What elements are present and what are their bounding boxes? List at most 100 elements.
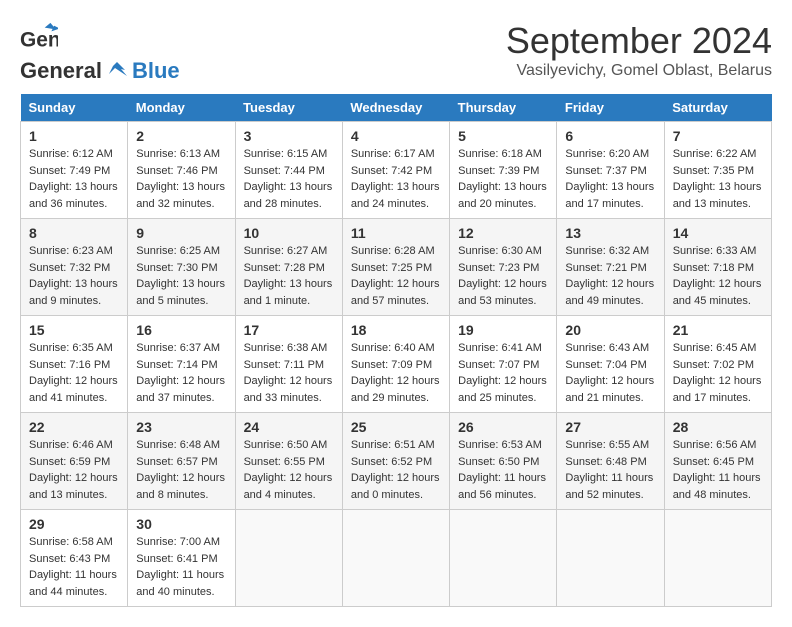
day-number: 3 bbox=[244, 128, 334, 144]
day-number: 17 bbox=[244, 322, 334, 338]
day-number: 12 bbox=[458, 225, 548, 241]
calendar-cell: 13 Sunrise: 6:32 AMSunset: 7:21 PMDayligh… bbox=[557, 219, 664, 316]
day-number: 22 bbox=[29, 419, 119, 435]
calendar-cell: 10 Sunrise: 6:27 AMSunset: 7:28 PMDayligh… bbox=[235, 219, 342, 316]
day-info: Sunrise: 6:32 AMSunset: 7:21 PMDaylight:… bbox=[565, 243, 655, 309]
calendar-cell bbox=[664, 510, 771, 607]
day-info: Sunrise: 6:56 AMSunset: 6:45 PMDaylight:… bbox=[673, 437, 763, 503]
title-block: September 2024 Vasilyevichy, Gomel Oblas… bbox=[506, 20, 772, 80]
calendar-cell: 5 Sunrise: 6:18 AMSunset: 7:39 PMDaylight… bbox=[450, 122, 557, 219]
calendar-cell: 27 Sunrise: 6:55 AMSunset: 6:48 PMDayligh… bbox=[557, 413, 664, 510]
day-number: 24 bbox=[244, 419, 334, 435]
day-number: 4 bbox=[351, 128, 441, 144]
day-info: Sunrise: 6:43 AMSunset: 7:04 PMDaylight:… bbox=[565, 340, 655, 406]
calendar-cell: 20 Sunrise: 6:43 AMSunset: 7:04 PMDayligh… bbox=[557, 316, 664, 413]
calendar-cell: 2Sunrise: 6:13 AMSunset: 7:46 PMDaylight… bbox=[128, 122, 235, 219]
calendar-day-header: Wednesday bbox=[342, 94, 449, 122]
day-number: 7 bbox=[673, 128, 763, 144]
day-info: Sunrise: 6:40 AMSunset: 7:09 PMDaylight:… bbox=[351, 340, 441, 406]
day-number: 1 bbox=[29, 128, 119, 144]
day-info: Sunrise: 6:23 AMSunset: 7:32 PMDaylight:… bbox=[29, 243, 119, 309]
day-number: 27 bbox=[565, 419, 655, 435]
day-info: Sunrise: 6:41 AMSunset: 7:07 PMDaylight:… bbox=[458, 340, 548, 406]
calendar-cell: 18 Sunrise: 6:40 AMSunset: 7:09 PMDayligh… bbox=[342, 316, 449, 413]
day-info: Sunrise: 6:15 AMSunset: 7:44 PMDaylight:… bbox=[244, 146, 334, 212]
day-info: Sunrise: 6:28 AMSunset: 7:25 PMDaylight:… bbox=[351, 243, 441, 309]
day-number: 9 bbox=[136, 225, 226, 241]
day-info: Sunrise: 6:53 AMSunset: 6:50 PMDaylight:… bbox=[458, 437, 548, 503]
calendar-day-header: Sunday bbox=[21, 94, 128, 122]
page-header: General General Blue September 2024 Vasi… bbox=[20, 20, 772, 84]
svg-text:General: General bbox=[20, 29, 58, 52]
day-info: Sunrise: 7:00 AMSunset: 6:41 PMDaylight:… bbox=[136, 534, 226, 600]
calendar-cell: 23 Sunrise: 6:48 AMSunset: 6:57 PMDayligh… bbox=[128, 413, 235, 510]
calendar-day-header: Friday bbox=[557, 94, 664, 122]
logo: General General Blue bbox=[20, 20, 180, 84]
day-info: Sunrise: 6:51 AMSunset: 6:52 PMDaylight:… bbox=[351, 437, 441, 503]
day-number: 30 bbox=[136, 516, 226, 532]
calendar-cell: 26 Sunrise: 6:53 AMSunset: 6:50 PMDayligh… bbox=[450, 413, 557, 510]
calendar-cell: 19 Sunrise: 6:41 AMSunset: 7:07 PMDayligh… bbox=[450, 316, 557, 413]
calendar-day-header: Tuesday bbox=[235, 94, 342, 122]
day-number: 26 bbox=[458, 419, 548, 435]
calendar-header-row: SundayMondayTuesdayWednesdayThursdayFrid… bbox=[21, 94, 772, 122]
day-number: 19 bbox=[458, 322, 548, 338]
logo-icon: General bbox=[20, 20, 58, 58]
logo-general-text: General bbox=[20, 58, 102, 84]
calendar-week-row: 15Sunrise: 6:35 AMSunset: 7:16 PMDayligh… bbox=[21, 316, 772, 413]
day-number: 13 bbox=[565, 225, 655, 241]
day-number: 16 bbox=[136, 322, 226, 338]
calendar-cell: 8 Sunrise: 6:23 AMSunset: 7:32 PMDaylight… bbox=[21, 219, 128, 316]
day-info: Sunrise: 6:17 AMSunset: 7:42 PMDaylight:… bbox=[351, 146, 441, 212]
calendar-cell: 12 Sunrise: 6:30 AMSunset: 7:23 PMDayligh… bbox=[450, 219, 557, 316]
day-info: Sunrise: 6:45 AMSunset: 7:02 PMDaylight:… bbox=[673, 340, 763, 406]
day-info: Sunrise: 6:48 AMSunset: 6:57 PMDaylight:… bbox=[136, 437, 226, 503]
day-number: 18 bbox=[351, 322, 441, 338]
calendar-cell: 21 Sunrise: 6:45 AMSunset: 7:02 PMDayligh… bbox=[664, 316, 771, 413]
day-info: Sunrise: 6:25 AMSunset: 7:30 PMDaylight:… bbox=[136, 243, 226, 309]
calendar-cell: 4 Sunrise: 6:17 AMSunset: 7:42 PMDaylight… bbox=[342, 122, 449, 219]
day-info: Sunrise: 6:55 AMSunset: 6:48 PMDaylight:… bbox=[565, 437, 655, 503]
day-number: 20 bbox=[565, 322, 655, 338]
calendar-cell: 1Sunrise: 6:12 AMSunset: 7:49 PMDaylight… bbox=[21, 122, 128, 219]
day-info: Sunrise: 6:58 AMSunset: 6:43 PMDaylight:… bbox=[29, 534, 119, 600]
calendar-day-header: Saturday bbox=[664, 94, 771, 122]
calendar-cell: 22 Sunrise: 6:46 AMSunset: 6:59 PMDayligh… bbox=[21, 413, 128, 510]
day-number: 2 bbox=[136, 128, 226, 144]
calendar-cell: 3 Sunrise: 6:15 AMSunset: 7:44 PMDaylight… bbox=[235, 122, 342, 219]
calendar-cell: 6Sunrise: 6:20 AMSunset: 7:37 PMDaylight… bbox=[557, 122, 664, 219]
calendar-cell: 14 Sunrise: 6:33 AMSunset: 7:18 PMDayligh… bbox=[664, 219, 771, 316]
day-info: Sunrise: 6:46 AMSunset: 6:59 PMDaylight:… bbox=[29, 437, 119, 503]
calendar-week-row: 29Sunrise: 6:58 AMSunset: 6:43 PMDayligh… bbox=[21, 510, 772, 607]
calendar-week-row: 1Sunrise: 6:12 AMSunset: 7:49 PMDaylight… bbox=[21, 122, 772, 219]
calendar-cell: 28 Sunrise: 6:56 AMSunset: 6:45 PMDayligh… bbox=[664, 413, 771, 510]
day-number: 14 bbox=[673, 225, 763, 241]
calendar-body: 1Sunrise: 6:12 AMSunset: 7:49 PMDaylight… bbox=[21, 122, 772, 607]
calendar-week-row: 8 Sunrise: 6:23 AMSunset: 7:32 PMDaylight… bbox=[21, 219, 772, 316]
day-number: 8 bbox=[29, 225, 119, 241]
day-number: 5 bbox=[458, 128, 548, 144]
day-info: Sunrise: 6:27 AMSunset: 7:28 PMDaylight:… bbox=[244, 243, 334, 309]
calendar-cell: 7Sunrise: 6:22 AMSunset: 7:35 PMDaylight… bbox=[664, 122, 771, 219]
day-info: Sunrise: 6:18 AMSunset: 7:39 PMDaylight:… bbox=[458, 146, 548, 212]
calendar-day-header: Thursday bbox=[450, 94, 557, 122]
day-info: Sunrise: 6:30 AMSunset: 7:23 PMDaylight:… bbox=[458, 243, 548, 309]
day-number: 10 bbox=[244, 225, 334, 241]
calendar-day-header: Monday bbox=[128, 94, 235, 122]
day-info: Sunrise: 6:37 AMSunset: 7:14 PMDaylight:… bbox=[136, 340, 226, 406]
calendar-week-row: 22 Sunrise: 6:46 AMSunset: 6:59 PMDayligh… bbox=[21, 413, 772, 510]
logo-blue-text: Blue bbox=[132, 58, 180, 84]
calendar-cell: 30 Sunrise: 7:00 AMSunset: 6:41 PMDayligh… bbox=[128, 510, 235, 607]
calendar-cell: 25Sunrise: 6:51 AMSunset: 6:52 PMDayligh… bbox=[342, 413, 449, 510]
calendar-cell: 9 Sunrise: 6:25 AMSunset: 7:30 PMDaylight… bbox=[128, 219, 235, 316]
day-info: Sunrise: 6:38 AMSunset: 7:11 PMDaylight:… bbox=[244, 340, 334, 406]
calendar-cell bbox=[450, 510, 557, 607]
day-number: 23 bbox=[136, 419, 226, 435]
day-number: 21 bbox=[673, 322, 763, 338]
calendar-cell: 15Sunrise: 6:35 AMSunset: 7:16 PMDayligh… bbox=[21, 316, 128, 413]
calendar-cell bbox=[235, 510, 342, 607]
calendar-cell: 29Sunrise: 6:58 AMSunset: 6:43 PMDayligh… bbox=[21, 510, 128, 607]
day-number: 28 bbox=[673, 419, 763, 435]
day-info: Sunrise: 6:33 AMSunset: 7:18 PMDaylight:… bbox=[673, 243, 763, 309]
calendar-cell: 24Sunrise: 6:50 AMSunset: 6:55 PMDayligh… bbox=[235, 413, 342, 510]
